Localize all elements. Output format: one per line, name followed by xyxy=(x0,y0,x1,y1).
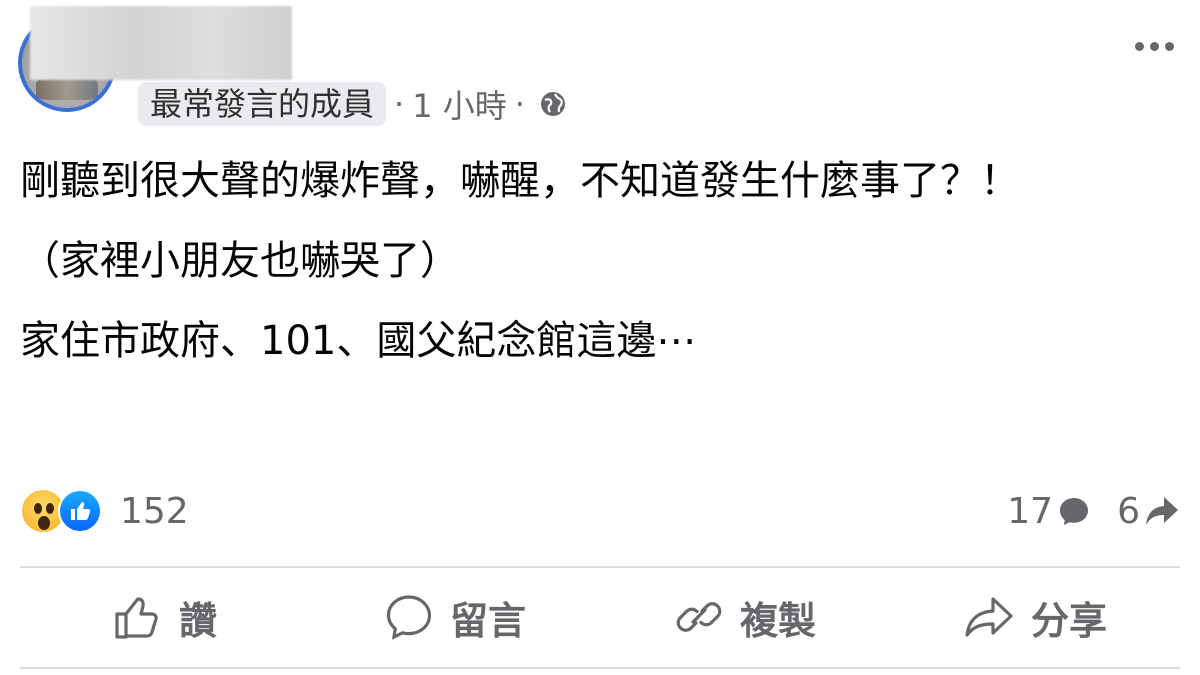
like-icon xyxy=(58,489,102,533)
like-button[interactable]: 讚 xyxy=(20,568,310,666)
facebook-post: 最常發言的成員 · 1 小時 · 剛聽到很大聲的爆炸聲，嚇醒，不知道發生什麼事了… xyxy=(0,0,1200,675)
comment-count-link[interactable]: 17 xyxy=(1007,491,1091,532)
link-icon xyxy=(676,602,722,632)
share-count: 6 xyxy=(1117,490,1140,532)
copy-button[interactable]: 複製 xyxy=(600,568,890,666)
more-horizontal-icon[interactable] xyxy=(1135,42,1174,51)
post-timestamp[interactable]: 1 小時 xyxy=(412,81,507,127)
comment-bubble-icon xyxy=(1060,498,1089,525)
reaction-icons[interactable] xyxy=(20,488,112,534)
post-paragraph: 家住市政府、101、國父紀念館這邊⋯ xyxy=(20,318,697,364)
copy-label: 複製 xyxy=(739,598,816,643)
author-name-blurred[interactable] xyxy=(30,6,292,80)
comment-label: 留言 xyxy=(449,598,526,643)
post-paragraph: 剛聽到很大聲的爆炸聲，嚇醒，不知道發生什麼事了？！ xyxy=(20,158,1020,204)
meta-separator: · xyxy=(394,85,405,123)
globe-icon[interactable] xyxy=(539,90,567,118)
member-badge[interactable]: 最常發言的成員 xyxy=(138,82,387,126)
post-content: 剛聽到很大聲的爆炸聲，嚇醒，不知道發生什麼事了？！ （家裡小朋友也嚇哭了） 家住… xyxy=(20,152,1180,370)
share-count-link[interactable]: 6 xyxy=(1117,491,1180,532)
comment-icon xyxy=(386,595,432,640)
share-icon xyxy=(965,597,1013,637)
share-label: 分享 xyxy=(1030,598,1107,643)
divider xyxy=(20,667,1180,669)
post-paragraph: （家裡小朋友也嚇哭了） xyxy=(20,238,460,284)
comment-button[interactable]: 留言 xyxy=(310,568,600,666)
action-bar: 讚 留言 複製 分享 xyxy=(20,568,1180,666)
share-arrow-icon xyxy=(1146,497,1178,525)
reactions-row: 152 17 6 xyxy=(20,488,1180,534)
reaction-count[interactable]: 152 xyxy=(120,491,189,532)
engagement-stats: 17 6 xyxy=(1007,491,1180,532)
post-meta: 最常發言的成員 · 1 小時 · xyxy=(138,82,567,126)
meta-separator-2: · xyxy=(514,85,525,123)
comment-count: 17 xyxy=(1007,490,1054,532)
thumbs-up-icon xyxy=(115,597,158,639)
share-button[interactable]: 分享 xyxy=(890,568,1180,666)
like-label: 讚 xyxy=(178,598,217,643)
